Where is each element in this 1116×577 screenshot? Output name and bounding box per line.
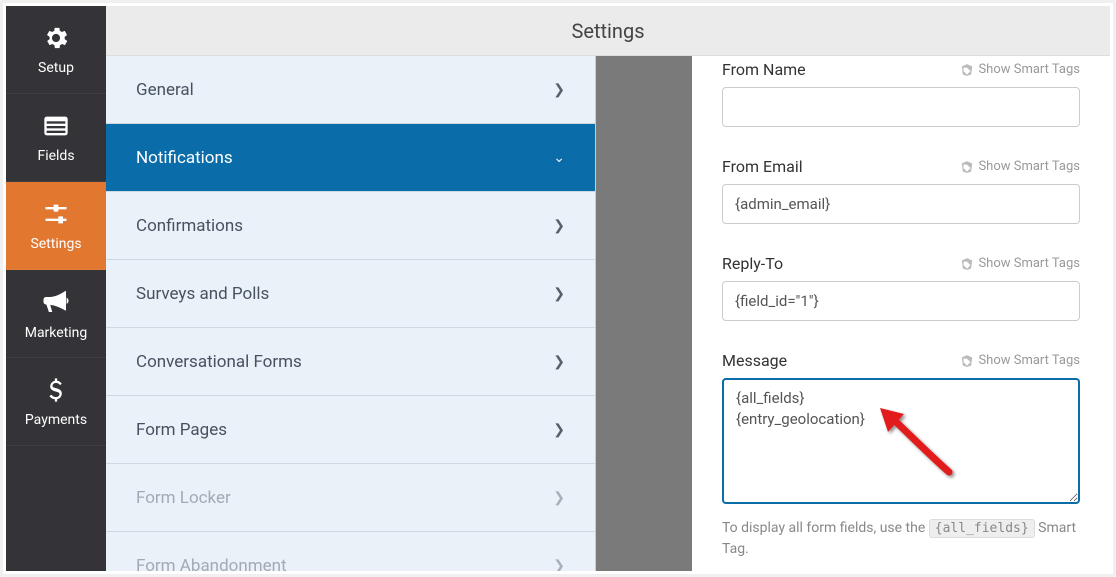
smart-tags-label: Show Smart Tags xyxy=(978,353,1080,368)
menu-item-form-pages[interactable]: Form Pages ❯ xyxy=(106,396,595,464)
canvas-background xyxy=(596,6,692,571)
tags-icon xyxy=(960,63,974,77)
menu-item-label: Form Abandonment xyxy=(136,556,287,572)
show-smart-tags-link[interactable]: Show Smart Tags xyxy=(960,62,1080,77)
tags-icon xyxy=(960,257,974,271)
bullhorn-icon xyxy=(41,287,71,317)
sidebar-item-label: Setup xyxy=(38,60,74,76)
message-label: Message xyxy=(722,351,787,370)
show-smart-tags-link[interactable]: Show Smart Tags xyxy=(960,159,1080,174)
chevron-right-icon: ❯ xyxy=(553,354,565,370)
tags-icon xyxy=(960,354,974,368)
menu-item-confirmations[interactable]: Confirmations ❯ xyxy=(106,192,595,260)
menu-item-conversational-forms[interactable]: Conversational Forms ❯ xyxy=(106,328,595,396)
settings-menu: General ❯ Notifications ⌄ Confirmations … xyxy=(106,6,596,571)
chevron-right-icon: ❯ xyxy=(553,82,565,98)
menu-item-notifications[interactable]: Notifications ⌄ xyxy=(106,124,595,192)
hint-prefix: To display all form fields, use the xyxy=(722,520,925,536)
menu-item-form-abandonment[interactable]: Form Abandonment ❯ xyxy=(106,532,595,571)
sidebar-item-label: Fields xyxy=(37,148,74,164)
menu-item-form-locker[interactable]: Form Locker ❯ xyxy=(106,464,595,532)
sidebar-item-settings[interactable]: Settings xyxy=(6,182,106,270)
show-smart-tags-link[interactable]: Show Smart Tags xyxy=(960,353,1080,368)
content-panel: From Name Show Smart Tags From Email Sh xyxy=(692,6,1110,571)
chevron-down-icon: ⌄ xyxy=(553,150,565,166)
list-icon xyxy=(42,112,70,140)
hint-tag: {all_fields} xyxy=(929,519,1035,538)
smart-tags-label: Show Smart Tags xyxy=(978,62,1080,77)
sidebar-item-label: Payments xyxy=(25,412,87,428)
menu-item-label: Form Locker xyxy=(136,488,231,508)
chevron-right-icon: ❯ xyxy=(553,490,565,506)
show-smart-tags-link[interactable]: Show Smart Tags xyxy=(960,256,1080,271)
sidebar-item-label: Settings xyxy=(30,236,81,252)
chevron-right-icon: ❯ xyxy=(553,422,565,438)
sidebar-item-label: Marketing xyxy=(25,325,88,341)
menu-item-surveys-polls[interactable]: Surveys and Polls ❯ xyxy=(106,260,595,328)
menu-item-label: General xyxy=(136,80,194,100)
message-hint: To display all form fields, use the {all… xyxy=(722,518,1080,560)
chevron-right-icon: ❯ xyxy=(553,218,565,234)
menu-item-label: Surveys and Polls xyxy=(136,284,269,304)
reply-to-input[interactable] xyxy=(722,281,1080,321)
menu-item-label: Form Pages xyxy=(136,420,227,440)
menu-item-label: Conversational Forms xyxy=(136,352,302,372)
page-title: Settings xyxy=(106,6,1110,56)
from-name-label: From Name xyxy=(722,60,806,79)
sidebar-item-marketing[interactable]: Marketing xyxy=(6,270,106,358)
from-name-input[interactable] xyxy=(722,87,1080,127)
sidebar-item-setup[interactable]: Setup xyxy=(6,6,106,94)
smart-tags-label: Show Smart Tags xyxy=(978,256,1080,271)
message-textarea[interactable] xyxy=(722,378,1080,504)
menu-item-label: Notifications xyxy=(136,148,233,168)
page-title-text: Settings xyxy=(571,19,644,43)
gear-icon xyxy=(42,24,70,52)
reply-to-label: Reply-To xyxy=(722,254,783,273)
chevron-right-icon: ❯ xyxy=(553,286,565,302)
menu-item-label: Confirmations xyxy=(136,216,243,236)
dollar-icon xyxy=(42,376,70,404)
menu-item-general[interactable]: General ❯ xyxy=(106,56,595,124)
tags-icon xyxy=(960,160,974,174)
chevron-right-icon: ❯ xyxy=(553,558,565,572)
smart-tags-label: Show Smart Tags xyxy=(978,159,1080,174)
sliders-icon xyxy=(42,200,70,228)
from-email-input[interactable] xyxy=(722,184,1080,224)
sidebar-item-fields[interactable]: Fields xyxy=(6,94,106,182)
sidebar: Setup Fields Settings Marketing xyxy=(6,6,106,571)
sidebar-item-payments[interactable]: Payments xyxy=(6,358,106,446)
from-email-label: From Email xyxy=(722,157,803,176)
